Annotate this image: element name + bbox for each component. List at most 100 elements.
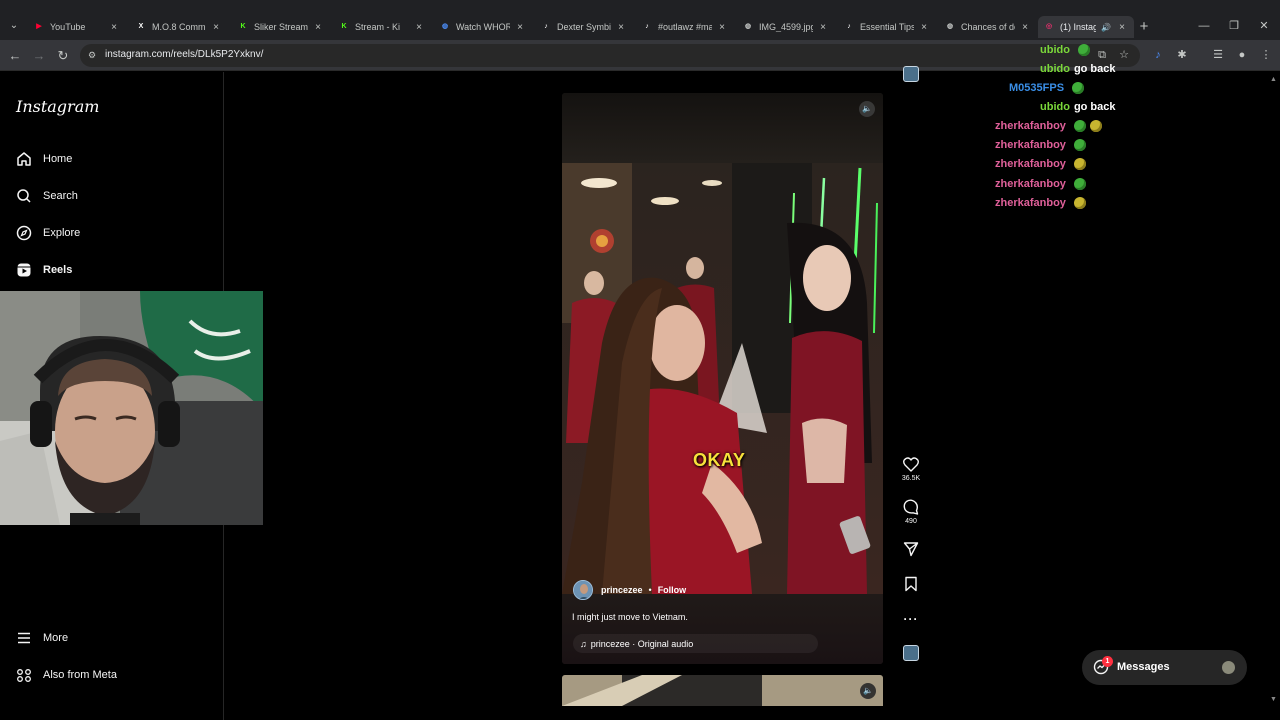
sidebar-item-label: Search — [43, 190, 78, 202]
search-icon — [16, 188, 32, 204]
sidebar-item-reels[interactable]: Reels — [16, 258, 206, 282]
close-tab-icon[interactable]: × — [615, 22, 627, 33]
browser-tab[interactable]: ♪ Dexter Symbio × — [535, 16, 633, 38]
sidebar-item-label: Also from Meta — [43, 669, 117, 681]
tab-title: Stream - Ki — [355, 22, 401, 32]
author-avatar[interactable] — [573, 580, 593, 600]
restore-icon[interactable]: ❐ — [1226, 18, 1242, 34]
reel-frame-image — [562, 163, 883, 594]
browser-tab[interactable]: ▶ YouTube × — [28, 16, 126, 38]
browser-tab[interactable]: ◍ Watch WHORI × — [434, 16, 532, 38]
webcam-overlay — [0, 291, 263, 525]
stream-chat-overlay: ubido ubido go back M0535FPS ubido go back zhe… — [960, 42, 1160, 222]
author-username[interactable]: princezee — [601, 585, 643, 595]
tab-title: Dexter Symbio — [557, 22, 611, 32]
minimize-icon[interactable]: — — [1196, 18, 1212, 34]
kebab-menu-icon[interactable]: ⋮ — [1258, 47, 1274, 63]
close-tab-icon[interactable]: × — [312, 22, 324, 33]
like-button[interactable]: 36.5K — [897, 455, 925, 482]
tiktok-icon: ♪ — [544, 23, 548, 30]
sidebar-item-label: Reels — [43, 264, 73, 276]
ellipsis-icon: ··· — [903, 612, 919, 626]
profile-avatar[interactable]: ● — [1234, 47, 1250, 63]
next-reel-preview[interactable]: 🔈 — [562, 675, 883, 706]
volume-icon[interactable]: 🔈 — [859, 101, 875, 117]
browser-tab[interactable]: ◍ IMG_4599.jpg × — [737, 16, 835, 38]
browser-tab[interactable]: K Sliker Stream × — [232, 16, 330, 38]
chat-username: ubido — [1040, 101, 1070, 113]
extensions-icon[interactable]: ✱ — [1174, 47, 1190, 63]
tab-title: Sliker Stream — [254, 22, 308, 32]
tab-search-button[interactable]: ⌄ — [4, 16, 24, 36]
chat-message: zherkafanboy — [995, 195, 1086, 211]
menu-icon — [16, 630, 32, 646]
home-icon — [16, 151, 32, 167]
globe-icon: ◍ — [744, 23, 752, 30]
browser-tab[interactable]: K Stream - Ki × — [333, 16, 431, 38]
url-text[interactable]: instagram.com/reels/DLk5P2Yxknv/ — [105, 49, 263, 60]
new-tab-button[interactable]: + — [1136, 17, 1152, 37]
browser-tab[interactable]: ♪ Essential Tips × — [838, 16, 936, 38]
reload-icon[interactable]: ↻ — [54, 47, 72, 65]
sidebar-item-more[interactable]: More — [16, 626, 206, 650]
scroll-down-icon[interactable]: ▼ — [1270, 696, 1277, 703]
comment-button[interactable]: 490 — [897, 498, 925, 525]
back-icon[interactable]: ← — [6, 47, 24, 65]
close-window-icon[interactable]: ✕ — [1256, 18, 1272, 34]
yellow-emote-icon — [1073, 197, 1086, 209]
reel-description[interactable]: I might just move to Vietnam. — [572, 612, 688, 622]
tab-title: #outlawz #ma — [658, 22, 712, 32]
close-tab-icon[interactable]: × — [514, 22, 526, 33]
close-tab-icon[interactable]: × — [108, 22, 120, 33]
close-tab-icon[interactable]: × — [817, 22, 829, 33]
close-tab-icon[interactable]: × — [210, 22, 222, 33]
chat-message: zherkafanboy — [995, 137, 1086, 153]
instagram-icon: ◎ — [1045, 23, 1053, 30]
share-button[interactable] — [897, 540, 925, 558]
sidebar-item-search[interactable]: Search — [16, 184, 206, 208]
browser-tab[interactable]: X M.O.8 Commu × — [130, 16, 228, 38]
previous-reel-thumbnail[interactable] — [903, 66, 919, 82]
sidebar-item-explore[interactable]: Explore — [16, 221, 206, 245]
messages-button[interactable]: 1 Messages — [1082, 650, 1247, 685]
close-tab-icon[interactable]: × — [413, 22, 425, 33]
sidebar-item-label: Home — [43, 153, 73, 165]
yellow-emote-icon — [1073, 158, 1086, 170]
forward-icon[interactable]: → — [30, 47, 48, 65]
save-button[interactable] — [897, 575, 925, 593]
sidebar-item-home[interactable]: Home — [16, 147, 206, 171]
reel-audio-pill[interactable]: ♫ princezee · Original audio — [573, 634, 818, 653]
volume-icon[interactable]: 🔈 — [860, 683, 876, 699]
reel-video[interactable]: 🔈 OKAY princezee • Follow I might just m… — [562, 93, 883, 664]
tab-title: M.O.8 Commu — [152, 22, 206, 32]
close-tab-icon[interactable]: × — [1019, 22, 1031, 33]
chat-text: go back — [1073, 63, 1116, 75]
close-tab-icon[interactable]: × — [1116, 22, 1128, 33]
reel-top-band — [562, 93, 883, 163]
follow-button[interactable]: Follow — [658, 585, 687, 595]
reel-author-row: princezee • Follow — [573, 580, 686, 600]
heart-icon — [897, 455, 925, 473]
browser-tab[interactable]: ◎ (1) Instagr 🔊 × — [1038, 16, 1134, 38]
green-emote-icon — [1073, 139, 1086, 151]
browser-tab[interactable]: ♪ #outlawz #ma × — [636, 16, 734, 38]
instagram-logo[interactable]: Instagram — [16, 97, 99, 116]
scroll-up-icon[interactable]: ▲ — [1270, 76, 1277, 83]
site-info-icon[interactable]: ⚙ — [88, 49, 100, 61]
next-reel-image — [562, 675, 883, 706]
chat-message: M0535FPS — [1009, 80, 1085, 96]
browser-tab-bar: ⌄ ▶ YouTube × X M.O.8 Commu × K Sliker Stream × K… — [0, 0, 1280, 40]
tiktok-icon: ♪ — [847, 23, 851, 30]
sidebar-item-also-from-meta[interactable]: Also from Meta — [16, 663, 206, 687]
more-options-button[interactable]: ··· — [897, 610, 925, 628]
audio-thumbnail[interactable] — [903, 645, 919, 661]
tab-audio-icon[interactable]: 🔊 — [1100, 23, 1112, 32]
messages-avatar — [1220, 659, 1237, 676]
chat-message: ubido go back — [1040, 61, 1116, 77]
close-tab-icon[interactable]: × — [716, 22, 728, 33]
tab-groups-icon[interactable]: ☰ — [1210, 47, 1226, 63]
meta-icon — [16, 667, 32, 683]
close-tab-icon[interactable]: × — [918, 22, 930, 33]
browser-tab[interactable]: ◍ Chances of de × — [939, 16, 1037, 38]
page-scrollbar[interactable]: ▲ ▼ — [1268, 72, 1280, 720]
